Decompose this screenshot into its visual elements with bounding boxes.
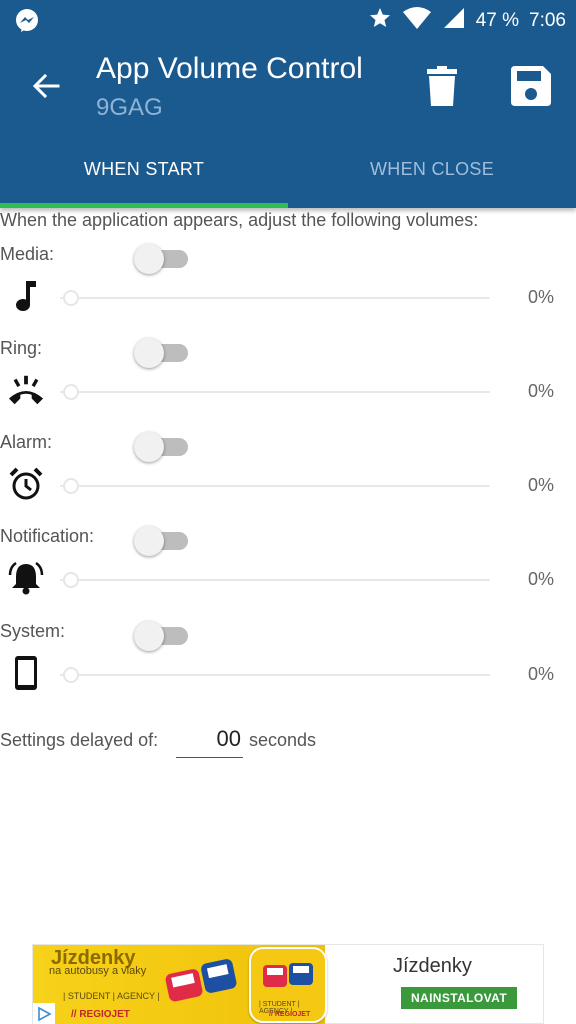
wifi-icon	[402, 6, 432, 36]
alarm-clock-icon	[8, 466, 44, 502]
volume-label: Ring:	[0, 338, 43, 358]
system-toggle[interactable]	[134, 621, 190, 651]
trash-icon	[427, 66, 457, 106]
ad-brand: // REGIOJET	[71, 1009, 130, 1020]
tab-bar: WHEN START WHEN CLOSE	[0, 130, 576, 208]
ring-toggle[interactable]	[134, 338, 190, 368]
alarm-toggle[interactable]	[134, 432, 190, 462]
intro-text: When the application appears, adjust the…	[0, 210, 479, 230]
ad-subline: na autobusy a vlaky	[49, 965, 147, 977]
volume-row-notification: Notification: 0%	[0, 526, 576, 620]
alarm-volume-slider[interactable]	[60, 476, 490, 496]
train-icon	[201, 959, 237, 993]
page-title: App Volume Control	[96, 52, 363, 85]
volume-row-system: System: 0%	[0, 621, 576, 715]
tab-when-close[interactable]: WHEN CLOSE	[288, 130, 576, 208]
media-toggle[interactable]	[134, 244, 190, 274]
bell-ringing-icon	[8, 560, 44, 596]
system-volume-slider[interactable]	[60, 665, 490, 685]
ring-volume-slider[interactable]	[60, 382, 490, 402]
ad-banner[interactable]: Jízdenky na autobusy a vlaky | STUDENT |…	[32, 944, 544, 1024]
messenger-icon	[14, 8, 40, 39]
install-button[interactable]: NAINSTALOVAT	[401, 987, 517, 1009]
notification-volume-slider[interactable]	[60, 570, 490, 590]
media-volume-slider[interactable]	[60, 288, 490, 308]
delay-setting: Settings delayed of: 00 seconds	[0, 726, 576, 766]
tab-when-start[interactable]: WHEN START	[0, 130, 288, 208]
volume-value: 0%	[527, 287, 554, 307]
ad-choices-icon[interactable]	[33, 1003, 55, 1024]
phone-ringing-icon	[8, 372, 44, 408]
volume-value: 0%	[527, 664, 554, 684]
delay-seconds-input[interactable]: 00	[176, 726, 243, 758]
app-bar: App Volume Control 9GAG	[0, 42, 576, 130]
cell-signal-icon	[442, 6, 466, 36]
smartphone-icon	[8, 655, 44, 691]
volume-label: Alarm:	[0, 432, 53, 452]
ad-image: Jízdenky na autobusy a vlaky | STUDENT |…	[33, 945, 327, 1024]
delay-unit: seconds	[249, 730, 317, 750]
volume-label: Media:	[0, 244, 55, 264]
music-note-icon	[8, 278, 44, 314]
volume-row-media: Media: 0%	[0, 244, 576, 338]
volume-label: System:	[0, 621, 66, 641]
star-icon	[368, 6, 392, 36]
delay-label: Settings delayed of:	[0, 730, 159, 750]
floppy-disk-icon	[511, 66, 551, 106]
volume-row-alarm: Alarm: 0%	[0, 432, 576, 526]
notification-toggle[interactable]	[134, 526, 190, 556]
page-subtitle: 9GAG	[96, 94, 163, 121]
volume-value: 0%	[527, 475, 554, 495]
volume-value: 0%	[527, 569, 554, 589]
delete-button[interactable]	[420, 62, 464, 110]
tab-indicator	[0, 203, 288, 208]
status-bar: 47 % 7:06	[0, 0, 576, 42]
ad-agency: | STUDENT | AGENCY |	[63, 991, 160, 1001]
ad-app-icon: | STUDENT | AGENCY | // REGIOJET	[249, 947, 327, 1023]
arrow-left-icon	[32, 73, 60, 99]
battery-level: 47 %	[475, 10, 520, 31]
clock: 7:06	[529, 10, 566, 31]
back-button[interactable]	[26, 66, 66, 106]
save-button[interactable]	[506, 62, 556, 110]
volume-value: 0%	[527, 381, 554, 401]
ad-app-name: Jízdenky	[393, 955, 472, 977]
tile-brand: // REGIOJET	[269, 1011, 311, 1018]
volume-row-ring: Ring: 0%	[0, 338, 576, 432]
volume-label: Notification:	[0, 526, 95, 546]
